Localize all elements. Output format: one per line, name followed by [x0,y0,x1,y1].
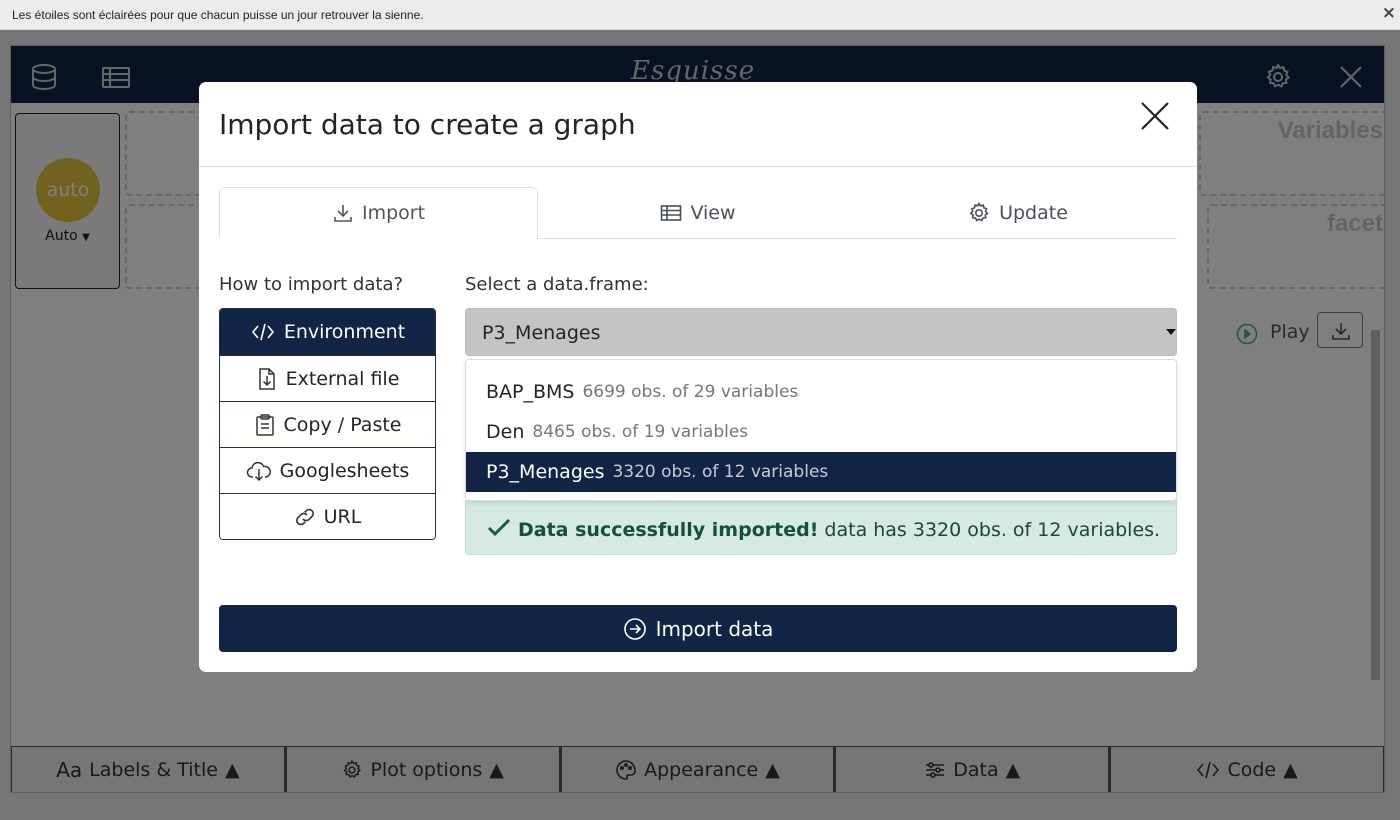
dropdown-option[interactable]: BAP_BMS 6699 obs. of 29 variables [466,372,1176,412]
code-icon [250,321,276,343]
import-method-label: How to import data? [219,274,404,295]
import-data-modal: Import data to create a graph Import Vie… [199,82,1197,672]
table-icon [660,202,682,224]
method-environment[interactable]: Environment [220,309,435,355]
import-data-button[interactable]: Import data [219,605,1177,652]
dropdown-option-selected[interactable]: P3_Menages 3320 obs. of 12 variables [466,452,1176,492]
method-external-file[interactable]: External file [220,355,435,401]
caret-down-icon [1166,329,1176,335]
cloud-download-icon [246,460,272,482]
notification-bar: Les étoiles sont éclairées pour que chac… [0,0,1400,30]
import-data-label: Import data [655,616,774,641]
select-dataframe-label: Select a data.frame: [465,274,649,295]
notification-close-icon[interactable]: × [1382,3,1396,23]
alert-message: Data successfully imported! data has 332… [518,519,1160,541]
method-googlesheets-label: Googlesheets [279,459,410,482]
arrow-circle-right-icon [623,617,647,641]
check-icon [486,515,512,541]
tab-import[interactable]: Import [219,187,538,239]
method-copy-paste[interactable]: Copy / Paste [220,401,435,447]
tab-update-label: Update [999,202,1068,224]
tab-import-label: Import [361,202,426,224]
download-icon [332,202,354,224]
alert-strong-text: Data successfully imported! [518,519,819,541]
option-name: BAP_BMS [486,381,575,403]
tab-update[interactable]: Update [858,187,1177,239]
option-meta: 8465 obs. of 19 variables [532,422,749,442]
import-method-list: Environment External file Copy / Paste G… [219,308,436,540]
import-success-alert: Data successfully imported! data has 332… [465,500,1177,555]
method-url[interactable]: URL [220,493,435,539]
method-external-file-label: External file [285,367,400,390]
modal-close-icon[interactable] [1137,98,1173,134]
option-name: Den [486,421,525,443]
dropdown-option[interactable]: Den 8465 obs. of 19 variables [466,412,1176,452]
dataframe-dropdown-menu: BAP_BMS 6699 obs. of 29 variables Den 84… [465,359,1177,501]
tab-view[interactable]: View [538,187,858,239]
alert-detail-text: data has 3320 obs. of 12 variables. [818,519,1161,541]
notification-text: Les étoiles sont éclairées pour que chac… [12,8,424,22]
option-meta: 3320 obs. of 12 variables [612,462,829,482]
dataframe-select[interactable]: P3_Menages [465,308,1177,356]
method-googlesheets[interactable]: Googlesheets [220,447,435,493]
link-icon [294,506,316,528]
import-tabs: Import View Update [219,187,1177,239]
dataframe-select-value: P3_Menages [482,322,601,344]
method-environment-label: Environment [283,321,406,343]
option-meta: 6699 obs. of 29 variables [582,382,799,402]
option-name: P3_Menages [486,461,605,483]
file-import-icon [256,367,278,391]
gear-icon [967,201,991,225]
tab-view-label: View [690,202,736,224]
modal-divider [199,166,1197,167]
modal-title: Import data to create a graph [219,108,636,141]
method-copy-paste-label: Copy / Paste [283,413,402,436]
clipboard-icon [254,413,276,437]
method-url-label: URL [323,505,362,528]
